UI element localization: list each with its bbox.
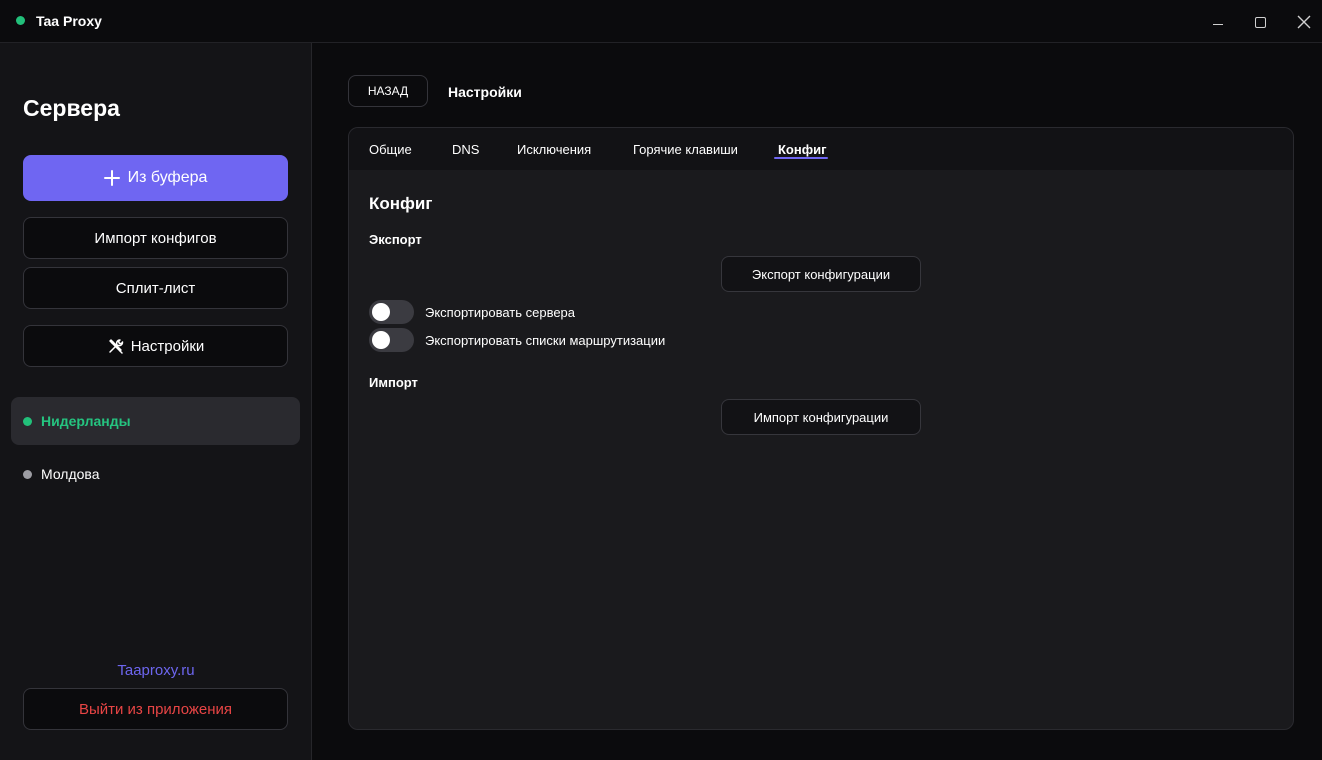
import-config-button[interactable]: Импорт конфигурации (721, 399, 921, 435)
tab-config[interactable]: Конфиг (778, 142, 827, 157)
export-routing-row: Экспортировать списки маршрутизации (369, 328, 665, 352)
import-heading: Импорт (369, 375, 418, 390)
back-button[interactable]: НАЗАД (348, 75, 428, 107)
export-routing-toggle[interactable] (369, 328, 414, 352)
sidebar-title: Сервера (23, 95, 120, 121)
server-item-moldova[interactable]: Молдова (11, 450, 300, 498)
settings-button[interactable]: Настройки (23, 325, 288, 367)
sidebar: Сервера Из буфера Импорт конфигов Сплит-… (0, 43, 312, 760)
close-icon[interactable] (1292, 10, 1316, 34)
tab-dns[interactable]: DNS (452, 142, 479, 157)
plus-icon (103, 170, 120, 186)
active-tab-indicator (774, 157, 828, 159)
import-config-label: Импорт конфигурации (753, 409, 889, 425)
app-title: Taa Proxy (36, 13, 102, 29)
add-from-clipboard-button[interactable]: Из буфера (23, 155, 288, 201)
export-heading: Экспорт (369, 232, 422, 247)
settings-tabs: Общие DNS Исключения Горячие клавиши Кон… (349, 128, 1293, 170)
export-servers-toggle[interactable] (369, 300, 414, 324)
add-from-clipboard-label: Из буфера (127, 169, 208, 186)
settings-label: Настройки (130, 337, 205, 355)
website-link[interactable]: Taaproxy.ru (0, 662, 312, 679)
export-servers-label: Экспортировать сервера (425, 304, 576, 320)
settings-panel: Общие DNS Исключения Горячие клавиши Кон… (348, 127, 1294, 730)
page-title: Настройки (448, 84, 522, 100)
server-name: Нидерланды (41, 413, 131, 429)
server-name: Молдова (41, 466, 100, 482)
maximize-icon[interactable] (1248, 10, 1272, 34)
logout-button[interactable]: Выйти из приложения (23, 688, 288, 730)
section-title: Конфиг (369, 194, 433, 213)
import-configs-button[interactable]: Импорт конфигов (23, 217, 288, 259)
minimize-icon[interactable] (1206, 10, 1230, 34)
export-servers-row: Экспортировать сервера (369, 300, 575, 324)
back-label: НАЗАД (367, 84, 409, 98)
split-list-label: Сплит-лист (115, 279, 196, 297)
import-configs-label: Импорт конфигов (94, 229, 217, 247)
tab-exclusions[interactable]: Исключения (517, 142, 591, 157)
title-bar: Taa Proxy (0, 0, 1322, 43)
toggle-knob (372, 331, 390, 349)
tools-icon (107, 337, 125, 355)
export-routing-label: Экспортировать списки маршрутизации (425, 332, 666, 348)
tab-general[interactable]: Общие (369, 142, 412, 157)
tab-hotkeys[interactable]: Горячие клавиши (633, 142, 738, 157)
app-status-icon (16, 16, 25, 25)
server-status-icon (23, 416, 32, 426)
toggle-knob (372, 303, 390, 321)
logout-label: Выйти из приложения (78, 700, 233, 718)
split-list-button[interactable]: Сплит-лист (23, 267, 288, 309)
server-item-netherlands[interactable]: Нидерланды (11, 397, 300, 445)
export-config-label: Экспорт конфигурации (751, 266, 891, 282)
export-config-button[interactable]: Экспорт конфигурации (721, 256, 921, 292)
server-status-icon (23, 469, 32, 479)
